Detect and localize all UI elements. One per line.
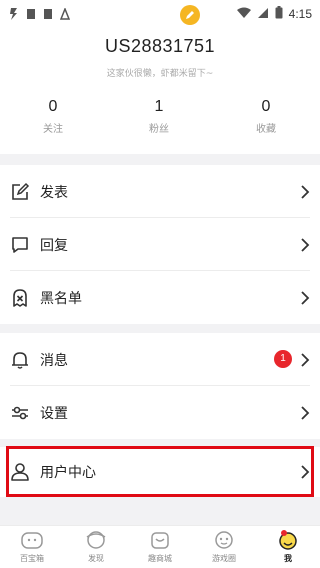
chevron-right-icon — [300, 237, 310, 252]
bell-icon — [10, 350, 30, 370]
stat-following-count: 0 — [48, 98, 58, 115]
tab-toolbox-label: 百宝箱 — [20, 554, 44, 563]
me-icon — [276, 529, 300, 551]
menu-item-user-center[interactable]: 用户中心 — [0, 447, 320, 497]
menu-item-blacklist[interactable]: 黑名单 — [0, 271, 320, 324]
stat-followers-label: 粉丝 — [149, 124, 169, 135]
game-icon — [212, 529, 236, 551]
app-notification-icon — [59, 5, 71, 20]
signal-icon — [257, 4, 269, 23]
chevron-right-icon — [300, 405, 310, 420]
username: US28831751 — [104, 36, 216, 56]
stat-favorites[interactable]: 0 收藏 — [226, 98, 306, 135]
edit-icon — [10, 182, 30, 202]
stat-favorites-count: 0 — [261, 98, 271, 115]
section-divider — [0, 324, 320, 333]
tab-game-circle[interactable]: 游戏圈 — [192, 529, 256, 568]
chevron-right-icon — [300, 352, 310, 367]
notification-icons — [9, 5, 71, 20]
menu-item-messages[interactable]: 消息 1 — [0, 333, 320, 386]
sim-icon-2 — [43, 5, 53, 19]
user-icon — [10, 462, 30, 482]
stats-row: 0 关注 1 粉丝 0 收藏 — [0, 98, 320, 138]
menu-item-post-label: 发表 — [40, 185, 68, 201]
blacklist-icon — [10, 288, 30, 308]
discover-icon — [84, 529, 108, 551]
stat-followers[interactable]: 1 粉丝 — [119, 98, 199, 135]
menu-item-messages-label: 消息 — [40, 353, 68, 369]
edit-avatar-button[interactable] — [180, 5, 200, 25]
tab-shop-label: 趣商城 — [148, 554, 172, 563]
menu-item-blacklist-label: 黑名单 — [40, 291, 82, 307]
settings-icon — [10, 403, 30, 423]
menu-item-reply[interactable]: 回复 — [0, 218, 320, 271]
tab-me[interactable]: 我 — [256, 529, 320, 568]
menu-item-settings[interactable]: 设置 — [0, 386, 320, 439]
chevron-right-icon — [300, 464, 310, 479]
toolbox-icon — [20, 529, 44, 551]
sim-icon — [26, 5, 36, 19]
unread-badge: 1 — [274, 350, 292, 368]
status-time: 4:15 — [288, 6, 312, 21]
battery-icon — [275, 4, 283, 23]
menu-item-user-center-label: 用户中心 — [40, 465, 96, 481]
tab-discover-label: 发现 — [88, 554, 104, 563]
tab-shop[interactable]: 趣商城 — [128, 529, 192, 568]
tab-discover[interactable]: 发现 — [64, 529, 128, 568]
section-divider — [0, 154, 320, 165]
tab-game-circle-label: 游戏圈 — [212, 554, 236, 563]
pencil-icon — [186, 11, 194, 19]
chevron-right-icon — [300, 184, 310, 199]
system-icons: 4:15 — [236, 4, 312, 23]
section-divider — [0, 497, 320, 525]
stat-following[interactable]: 0 关注 — [13, 98, 93, 135]
stat-followers-count: 1 — [154, 98, 164, 115]
menu-item-reply-label: 回复 — [40, 238, 68, 254]
section-divider — [0, 439, 320, 447]
stat-favorites-label: 收藏 — [256, 124, 276, 135]
menu-item-settings-label: 设置 — [40, 406, 68, 422]
flash-icon — [9, 5, 19, 20]
shop-icon — [148, 529, 172, 551]
status-bar: 4:15 — [0, 0, 320, 24]
bio: 这家伙很懒，虾都米留下~ — [106, 69, 214, 79]
wifi-icon — [236, 4, 251, 23]
tab-me-label: 我 — [284, 554, 292, 563]
bottom-tab-bar: 百宝箱 发现 趣商城 游戏圈 我 — [0, 525, 320, 568]
chevron-right-icon — [300, 290, 310, 305]
tab-toolbox[interactable]: 百宝箱 — [0, 529, 64, 568]
reply-icon — [10, 235, 30, 255]
menu-item-post[interactable]: 发表 — [0, 165, 320, 218]
stat-following-label: 关注 — [43, 124, 63, 135]
